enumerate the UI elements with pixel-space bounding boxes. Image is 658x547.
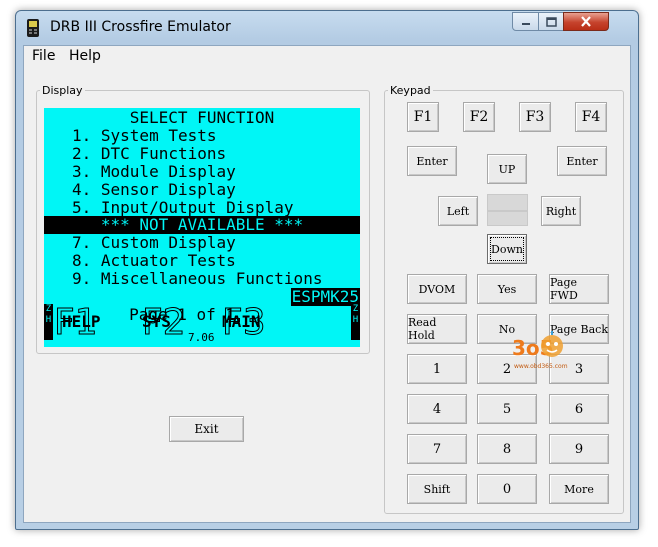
menu-option-3: 3. Module Display xyxy=(72,162,236,181)
menu-option-8: 8. Actuator Tests xyxy=(72,251,236,270)
key-6-button[interactable]: 6 xyxy=(549,394,609,424)
screen-f3-label: MAIN xyxy=(222,312,261,331)
enter-right-button[interactable]: Enter xyxy=(557,146,607,176)
enter-left-button[interactable]: Enter xyxy=(407,146,457,176)
f4-button[interactable]: F4 xyxy=(575,102,607,132)
f1-button[interactable]: F1 xyxy=(407,102,439,132)
dvom-button[interactable]: DVOM xyxy=(407,274,467,304)
right-button[interactable]: Right xyxy=(541,196,581,226)
app-window: DRB III Crossfire Emulator File Help Dis… xyxy=(15,10,639,530)
keypad-group-label: Keypad xyxy=(390,84,431,97)
client-area: File Help Display SELECT FUNCTION 1. Sys… xyxy=(23,45,631,523)
shift-button[interactable]: Shift xyxy=(407,474,467,504)
maximize-icon xyxy=(545,16,557,27)
minimize-button[interactable] xyxy=(512,12,539,31)
title-bar[interactable]: DRB III Crossfire Emulator xyxy=(16,11,638,45)
screen-heading: SELECT FUNCTION xyxy=(129,108,275,127)
watermark-url: www.obd365.com xyxy=(514,363,568,370)
key-9-button[interactable]: 9 xyxy=(549,434,609,464)
watermark-logo: 3o5 www.obd365.com xyxy=(512,326,590,378)
page-fwd-button[interactable]: Page FWD xyxy=(549,274,609,304)
screen-f1-label: HELP xyxy=(62,312,101,331)
not-available-bar: *** NOT AVAILABLE *** xyxy=(44,216,360,234)
nav-display-bottom xyxy=(487,211,528,226)
menu-help[interactable]: Help xyxy=(69,48,101,64)
right-side-label: Z H xyxy=(351,304,360,340)
menu-option-9: 9. Miscellaneous Functions xyxy=(72,269,323,288)
menu-option-4: 4. Sensor Display xyxy=(72,180,236,199)
window-title: DRB III Crossfire Emulator xyxy=(50,19,231,35)
display-group-label: Display xyxy=(42,84,83,97)
f3-button[interactable]: F3 xyxy=(519,102,551,132)
read-hold-button[interactable]: Read Hold xyxy=(407,314,467,344)
nav-display-top xyxy=(487,194,528,211)
menu-option-2: 2. DTC Functions xyxy=(72,144,227,163)
close-button[interactable] xyxy=(563,12,609,31)
exit-button[interactable]: Exit xyxy=(169,416,244,442)
key-7-button[interactable]: 7 xyxy=(407,434,467,464)
key-5-button[interactable]: 5 xyxy=(477,394,537,424)
menu-option-7: 7. Custom Display xyxy=(72,233,236,252)
yes-button[interactable]: Yes xyxy=(477,274,537,304)
drb-screen: SELECT FUNCTION 1. System Tests 2. DTC F… xyxy=(44,108,360,347)
left-side-label: Z H xyxy=(44,304,53,340)
key-4-button[interactable]: 4 xyxy=(407,394,467,424)
minimize-icon xyxy=(521,22,530,25)
key-0-button[interactable]: 0 xyxy=(477,474,537,504)
app-icon xyxy=(27,19,39,37)
f2-button[interactable]: F2 xyxy=(463,102,495,132)
key-1-button[interactable]: 1 xyxy=(407,354,467,384)
key-8-button[interactable]: 8 xyxy=(477,434,537,464)
function-key-row: Z H F1 HELP F2 SYS 7.06 F3 MAIN Z H xyxy=(44,303,360,344)
version-label: 7.06 xyxy=(188,331,215,344)
watermark-face-icon xyxy=(541,331,563,357)
menu-option-1: 1. System Tests xyxy=(72,126,217,145)
menu-bar: File Help xyxy=(24,46,630,66)
more-button[interactable]: More xyxy=(549,474,609,504)
down-button[interactable]: Down xyxy=(487,234,527,264)
up-button[interactable]: UP xyxy=(487,154,527,184)
close-icon xyxy=(581,16,591,27)
menu-file[interactable]: File xyxy=(32,48,55,64)
left-button[interactable]: Left xyxy=(438,196,478,226)
maximize-button[interactable] xyxy=(538,12,564,31)
screen-f2-label: SYS xyxy=(142,312,171,331)
